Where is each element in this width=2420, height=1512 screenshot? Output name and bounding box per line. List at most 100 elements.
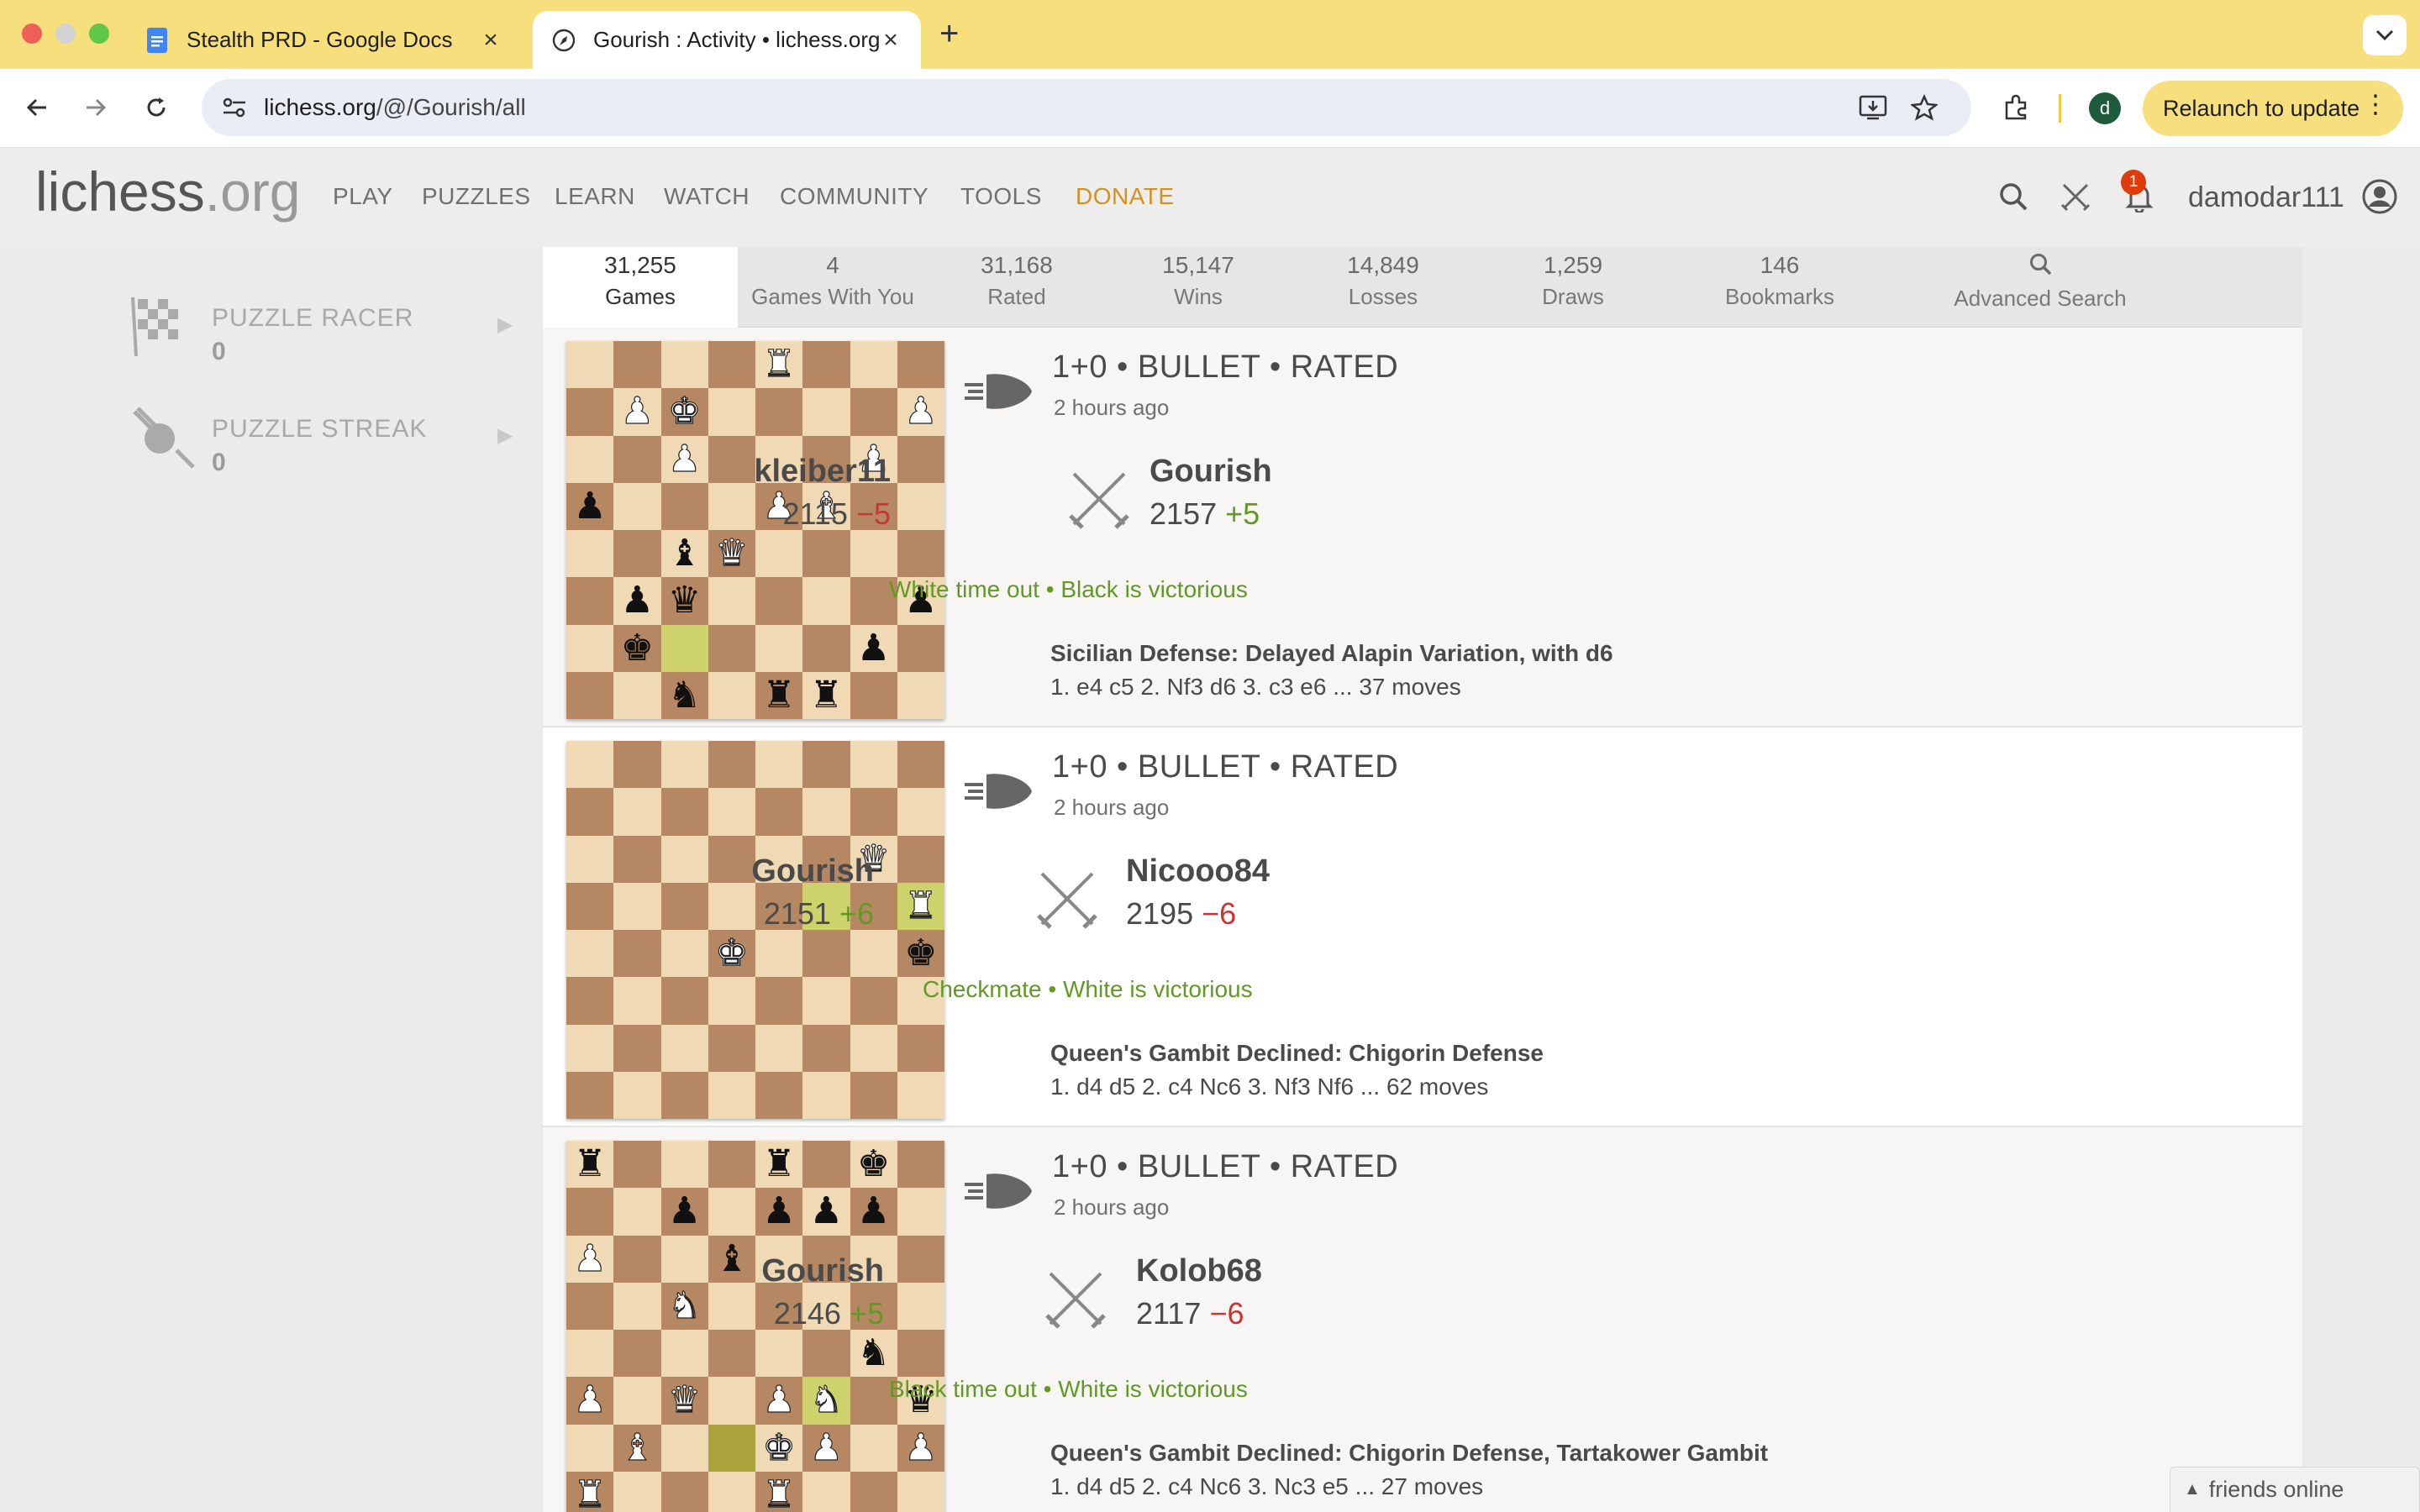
board-square [613,977,661,1025]
board-square: ♛ [660,1377,708,1425]
puzzle-racer-icon [126,289,200,363]
board-square [802,1141,850,1189]
board-square [755,388,803,436]
player-name[interactable]: kleiber11 [639,454,891,490]
board-square [850,341,897,389]
window-minimize-button[interactable] [55,24,76,44]
tab-bookmarks[interactable]: 146 Bookmarks [1670,247,1889,328]
board-square [802,1024,850,1072]
search-icon[interactable] [1995,178,2032,215]
tab-advanced-search[interactable]: Advanced Search [1889,247,2191,328]
tab-games-with-you[interactable]: 4 Games With You [738,247,928,328]
relaunch-button[interactable]: Relaunch to update ⋮ [2143,81,2403,136]
black-pawn-icon: ♟ [809,1189,844,1233]
board-square [755,1071,803,1119]
new-tab-icon[interactable]: + [939,15,959,53]
player-rating: 2115 −5 [639,496,891,532]
board-square [566,624,614,672]
tab-wins[interactable]: 15,147 Wins [1106,247,1291,328]
nav-watch[interactable]: WATCH [664,183,750,210]
sidebar-item-puzzle-racer[interactable]: PUZZLE RACER 0 ▶ [126,289,529,390]
board-square [802,341,850,389]
board-square: ♛ [708,530,755,578]
player-name[interactable]: Kolob68 [1136,1253,1338,1289]
lichess-icon [551,28,576,53]
tab-rated[interactable]: 31,168 Rated [928,247,1106,328]
site-settings-icon[interactable] [222,96,247,123]
white-pawn-icon: ♟ [904,390,939,433]
white-king-icon: ♚ [762,1425,797,1469]
board-square: ♟ [613,388,661,436]
window-close-button[interactable] [22,24,42,44]
board-square [897,741,944,789]
nav-donate[interactable]: DONATE [1076,183,1175,210]
caret-up-icon: ▲ [2184,1480,2201,1499]
browser-tab-lichess[interactable]: Gourish : Activity • lichess.org × [533,11,921,69]
board-square [850,1424,897,1472]
board-square [708,977,755,1025]
extensions-button[interactable] [1995,86,2039,129]
nav-tools[interactable]: TOOLS [960,183,1042,210]
board-square: ♟ [802,1424,850,1472]
game-header: 1+0 • BULLET • RATED [1052,749,1399,785]
game-row[interactable]: ♛ ♜ ♚ ♚ 1+0 • BULLET • RATED 2 hours ago Gouri… [543,727,2302,1127]
board-square: ♝ [613,1424,661,1472]
kebab-menu-icon[interactable]: ⋮ [2363,92,2388,118]
game-row[interactable]: ♜ ♜ ♚ ♟ ♟ ♟ ♟ ♟ ♝ ♞ ♞ ♟ ♛ ♟ ♞ ♛ ♝ ♚ ♟ ♟ ♜ ♜ 1+0 • BULLET • RAT… [543,1127,2302,1512]
rating-diff: +6 [839,896,874,931]
browser-tab-bar: Stealth PRD - Google Docs × Gourish : Ac… [0,0,2420,69]
board-square [613,1071,661,1119]
tab-search-button[interactable] [2363,15,2407,55]
opening-name[interactable]: Queen's Gambit Declined: Chigorin Defens… [1050,1040,1544,1067]
nav-learn[interactable]: LEARN [555,183,635,210]
board-square [802,624,850,672]
nav-community[interactable]: COMMUNITY [780,183,929,210]
opening-name[interactable]: Queen's Gambit Declined: Chigorin Defens… [1050,1440,1768,1467]
tab-close-icon[interactable]: × [479,26,502,55]
sidebar-item-count: 0 [212,338,226,365]
player-name[interactable]: Nicooo84 [1126,853,1328,890]
nav-play[interactable]: PLAY [333,183,393,210]
profile-avatar[interactable]: d [2089,92,2121,124]
bookmark-star-icon[interactable] [1909,93,1939,125]
window-maximize-button[interactable] [89,24,109,44]
browser-tab-google-docs[interactable]: Stealth PRD - Google Docs × [126,11,521,69]
game-row[interactable]: ♜ ♟ ♚ ♟ ♟ ♟ ♟ ♟ ♝ ♝ ♛ ♟ ♛ ♟ ♚ ♟ ♞ ♜ ♜ 1+0 • BULLET • RATED 2… [543,328,2302,727]
sidebar-item-count: 0 [212,449,226,476]
white-bishop-icon: ♝ [620,1425,655,1469]
user-menu[interactable]: damodar111 [2188,181,2344,214]
tab-draws[interactable]: 1,259 Draws [1476,247,1670,328]
reload-button[interactable] [134,86,178,129]
black-pawn-icon: ♟ [667,1189,702,1233]
back-button[interactable] [15,86,59,129]
nav-puzzles[interactable]: PUZZLES [422,183,531,210]
tab-losses[interactable]: 14,849 Losses [1291,247,1476,328]
tab-games[interactable]: 31,255 Games [543,247,738,328]
board-square [897,1024,944,1072]
board-square: ♛ [660,577,708,625]
forward-button[interactable] [74,86,118,129]
reload-icon [147,97,166,117]
board-square [850,1071,897,1119]
stat-label: Rated [987,284,1046,309]
player-name[interactable]: Gourish [1150,454,1351,490]
board-square [613,1471,661,1512]
board-square: ♜ [566,1471,614,1512]
friends-online-toggle[interactable]: ▲ friends online [2170,1467,2420,1512]
board-square [708,788,755,836]
opening-name[interactable]: Sicilian Defense: Delayed Alapin Variati… [1050,640,1613,667]
black-king-icon: ♚ [856,1142,891,1186]
address-bar[interactable]: lichess.org/@/Gourish/all [202,79,1971,136]
tab-close-icon[interactable]: × [879,26,902,55]
player-name[interactable]: Gourish [622,853,874,890]
board-square [897,435,944,483]
challenge-swords-icon[interactable] [2057,178,2094,215]
player-name[interactable]: Gourish [632,1253,884,1289]
install-app-icon[interactable] [1859,94,1887,125]
board-square [802,788,850,836]
site-logo[interactable]: lichess.org [35,160,300,223]
sidebar-item-puzzle-streak[interactable]: PUZZLE STREAK 0 ▶ [126,400,529,501]
board-square [613,788,661,836]
user-avatar-icon[interactable] [2361,178,2398,215]
board-square [897,624,944,672]
